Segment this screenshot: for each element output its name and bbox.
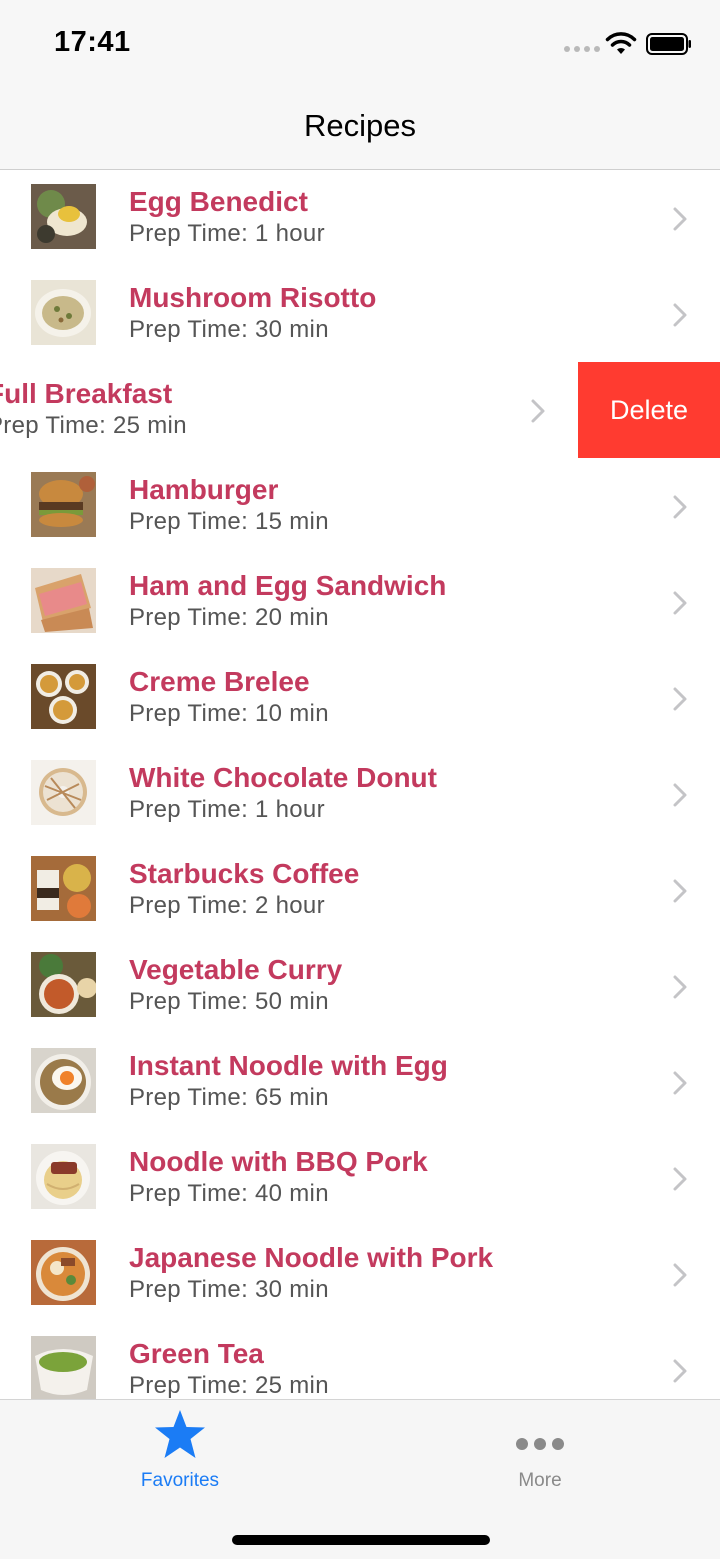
row-content[interactable]: Creme Brelee Prep Time: 10 min	[0, 650, 720, 746]
recipe-prep-time: Prep Time: 1 hour	[129, 220, 325, 247]
recipe-row[interactable]: Creme Brelee Prep Time: 10 min	[0, 650, 720, 746]
delete-button[interactable]: Delete	[578, 362, 720, 458]
row-content[interactable]: Mushroom Risotto Prep Time: 30 min	[0, 266, 720, 362]
chevron-right-icon	[673, 303, 687, 327]
recipe-row[interactable]: White Chocolate Donut Prep Time: 1 hour	[0, 746, 720, 842]
recipe-list[interactable]: Egg Benedict Prep Time: 1 hour Mushroom …	[0, 170, 720, 1399]
recipe-photo-vegetable-curry	[31, 952, 96, 1017]
recipe-photo-mushroom-risotto	[31, 280, 96, 345]
row-content[interactable]: Noodle with BBQ Pork Prep Time: 40 min	[0, 1130, 720, 1226]
row-content[interactable]: White Chocolate Donut Prep Time: 1 hour	[0, 746, 720, 842]
tab-favorites[interactable]: Favorites	[80, 1400, 280, 1500]
screen: 17:41 Recipes Egg Benedict Prep Time: 1 …	[0, 0, 720, 1559]
recipe-prep-time: Prep Time: 30 min	[129, 1276, 329, 1303]
recipe-row[interactable]: Japanese Noodle with Pork Prep Time: 30 …	[0, 1226, 720, 1322]
recipe-prep-time: Prep Time: 50 min	[129, 988, 329, 1015]
recipe-name: Japanese Noodle with Pork	[129, 1242, 494, 1273]
row-content[interactable]: Ham and Egg Sandwich Prep Time: 20 min	[0, 554, 720, 650]
recipe-name: Instant Noodle with Egg	[129, 1050, 448, 1081]
recipe-name: Egg Benedict	[129, 186, 308, 217]
chevron-right-icon	[531, 399, 545, 423]
row-content[interactable]: Egg Benedict Prep Time: 1 hour	[0, 170, 720, 266]
recipe-name: Hamburger	[129, 474, 279, 505]
chevron-right-icon	[673, 1263, 687, 1287]
recipe-prep-time: Prep Time: 2 hour	[129, 892, 325, 919]
battery-icon	[646, 33, 691, 55]
recipe-prep-time: Prep Time: 25 min	[129, 1372, 329, 1399]
status-bar: 17:41	[0, 0, 720, 88]
recipe-row[interactable]: Hamburger Prep Time: 15 min	[0, 458, 720, 554]
row-content[interactable]: Vegetable Curry Prep Time: 50 min	[0, 938, 720, 1034]
recipe-row[interactable]: Green Tea Prep Time: 25 min	[0, 1322, 720, 1399]
recipe-photo-white-chocolate-donut	[31, 760, 96, 825]
wifi-icon	[605, 32, 637, 54]
row-content[interactable]: Japanese Noodle with Pork Prep Time: 30 …	[0, 1226, 720, 1322]
recipe-photo-instant-noodle-with-egg	[31, 1048, 96, 1113]
recipe-prep-time: Prep Time: 65 min	[129, 1084, 329, 1111]
chevron-right-icon	[673, 591, 687, 615]
recipe-prep-time: Prep Time: 20 min	[129, 604, 329, 631]
chevron-right-icon	[673, 687, 687, 711]
recipe-name: Green Tea	[129, 1338, 264, 1369]
recipe-photo-hamburger	[31, 472, 96, 537]
recipe-prep-time: Prep Time: 1 hour	[129, 796, 325, 823]
tab-label: More	[518, 1470, 562, 1491]
recipe-prep-time: Prep Time: 15 min	[129, 508, 329, 535]
recipe-name: Ham and Egg Sandwich	[129, 570, 447, 601]
chevron-right-icon	[673, 1071, 687, 1095]
recipe-name: Vegetable Curry	[129, 954, 343, 985]
recipe-photo-japanese-noodle-with-pork	[31, 1240, 96, 1305]
recipe-row[interactable]: Egg Benedict Prep Time: 1 hour	[0, 170, 720, 266]
recipe-name: Mushroom Risotto	[129, 282, 377, 313]
chevron-right-icon	[673, 1167, 687, 1191]
recipe-name: Full Breakfast	[0, 378, 173, 409]
chevron-right-icon	[673, 879, 687, 903]
recipe-photo-creme-brulee	[31, 664, 96, 729]
tab-more[interactable]: More	[440, 1400, 640, 1500]
recipe-photo-ham-and-egg-sandwich	[31, 568, 96, 633]
tab-bar: Favorites More	[0, 1399, 720, 1559]
recipe-photo-egg-benedict	[31, 184, 96, 249]
recipe-prep-time: Prep Time: 30 min	[129, 316, 329, 343]
chevron-right-icon	[673, 1359, 687, 1383]
recipe-row[interactable]: Vegetable Curry Prep Time: 50 min	[0, 938, 720, 1034]
recipe-prep-time: Prep Time: 25 min	[0, 412, 187, 439]
chevron-right-icon	[673, 495, 687, 519]
status-time: 17:41	[54, 26, 131, 58]
recipe-name: Creme Brelee	[129, 666, 310, 697]
row-content[interactable]: Green Tea Prep Time: 25 min	[0, 1322, 720, 1399]
row-content[interactable]: Instant Noodle with Egg Prep Time: 65 mi…	[0, 1034, 720, 1130]
tab-label: Favorites	[140, 1470, 220, 1491]
recipe-photo-green-tea	[31, 1336, 96, 1399]
page-title: Recipes	[304, 108, 416, 143]
recipe-name: Starbucks Coffee	[129, 858, 360, 889]
chevron-right-icon	[673, 783, 687, 807]
chevron-right-icon	[673, 207, 687, 231]
star-icon	[155, 1410, 205, 1458]
recipe-row[interactable]: Noodle with BBQ Pork Prep Time: 40 min	[0, 1130, 720, 1226]
navigation-bar: Recipes	[0, 88, 720, 170]
cellular-signal-icon	[564, 46, 600, 52]
recipe-row[interactable]: Mushroom Risotto Prep Time: 30 min	[0, 266, 720, 362]
row-content[interactable]: Hamburger Prep Time: 15 min	[0, 458, 720, 554]
recipe-name: White Chocolate Donut	[129, 762, 437, 793]
recipe-row[interactable]: Ham and Egg Sandwich Prep Time: 20 min	[0, 554, 720, 650]
recipe-photo-starbucks-coffee	[31, 856, 96, 921]
recipe-row[interactable]: Instant Noodle with Egg Prep Time: 65 mi…	[0, 1034, 720, 1130]
chevron-right-icon	[673, 975, 687, 999]
home-indicator[interactable]	[232, 1535, 490, 1545]
recipe-row[interactable]: Starbucks Coffee Prep Time: 2 hour	[0, 842, 720, 938]
recipe-prep-time: Prep Time: 40 min	[129, 1180, 329, 1207]
recipe-name: Noodle with BBQ Pork	[129, 1146, 428, 1177]
recipe-photo-noodle-with-bbq-pork	[31, 1144, 96, 1209]
more-dots-icon	[516, 1438, 564, 1450]
recipe-row-swiped[interactable]: Full Breakfast Prep Time: 25 min Delete	[0, 362, 720, 458]
row-content[interactable]: Starbucks Coffee Prep Time: 2 hour	[0, 842, 720, 938]
recipe-prep-time: Prep Time: 10 min	[129, 700, 329, 727]
row-content[interactable]: Full Breakfast Prep Time: 25 min	[0, 362, 578, 458]
